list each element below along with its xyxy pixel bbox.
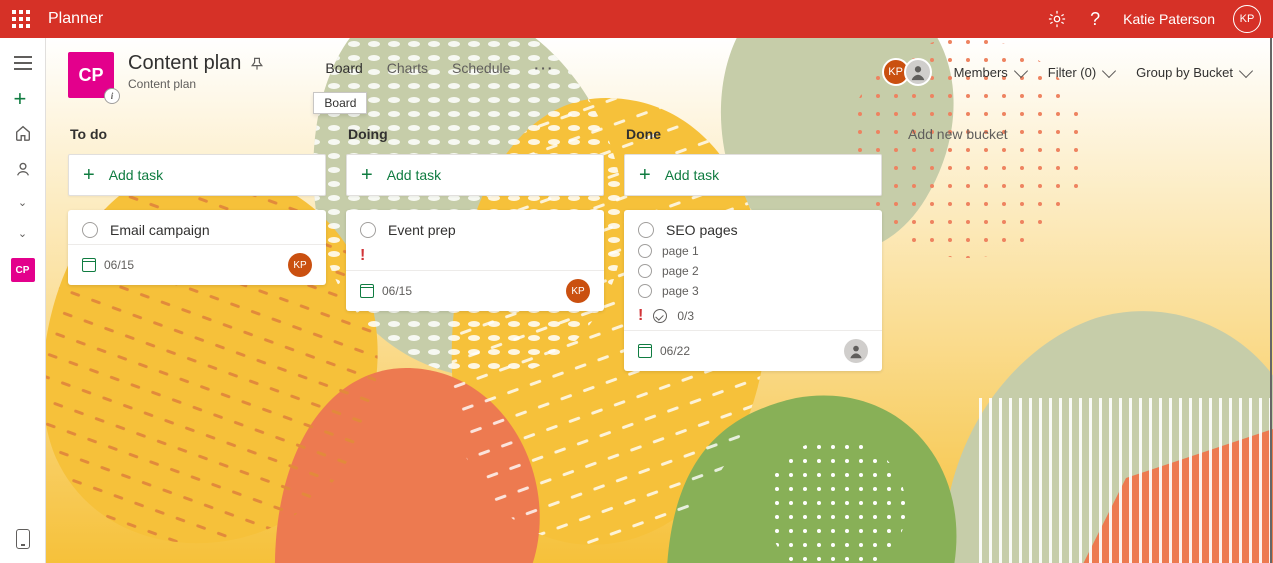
task-due: 06/15 [382,284,412,298]
plan-nav-item[interactable]: CP [11,258,35,282]
plus-icon: + [361,165,373,185]
task-due: 06/15 [104,258,134,272]
plan-title: Content plan [128,52,241,75]
pin-icon[interactable] [249,56,265,72]
nav-chevron-2[interactable]: ⌄ [18,227,27,240]
user-avatar[interactable]: KP [1233,5,1261,33]
plan-subtitle: Content plan [128,77,265,91]
tab-board[interactable]: Board Board [325,60,362,76]
chevron-down-icon [1239,63,1253,77]
calendar-icon [360,284,374,298]
left-nav: + ⌄ ⌄ CP [0,38,46,563]
checklist-item[interactable]: page 2 [638,264,868,278]
task-due: 06/22 [660,344,690,358]
bucket-title[interactable]: Done [624,126,882,142]
calendar-icon [82,258,96,272]
checklist: page 1 page 2 page 3 [638,244,868,298]
members-button[interactable]: Members [954,65,1026,80]
plus-icon: + [639,165,651,185]
new-plan-icon[interactable]: + [14,88,32,106]
calendar-icon [638,344,652,358]
bucket-title[interactable]: To do [68,126,326,142]
plan-icon: CP i [68,52,114,98]
add-task-button[interactable]: +Add task [346,154,604,196]
task-title: SEO pages [666,222,738,238]
add-bucket-label: Add new bucket [902,126,1160,142]
complete-circle-icon[interactable] [360,222,376,238]
bucket-title[interactable]: Doing [346,126,604,142]
task-title: Email campaign [110,222,210,238]
view-tabs: Board Board Charts Schedule ··· [325,52,554,76]
complete-circle-icon[interactable] [638,244,652,258]
priority-icon: ! [360,248,590,264]
priority-icon: ! [638,308,643,324]
global-header: Planner ? Katie Paterson KP [0,0,1273,38]
checklist-item[interactable]: page 1 [638,244,868,258]
task-card[interactable]: Email campaign 06/15 KP [68,210,326,285]
task-assignee-avatar[interactable]: KP [288,253,312,277]
bucket-todo: To do +Add task Email campaign 06/15 KP [68,126,326,371]
task-card[interactable]: SEO pages page 1 page 2 page 3 ! 0/3 [624,210,882,371]
scrollbar[interactable] [1270,38,1272,563]
filter-button[interactable]: Filter (0) [1048,65,1114,80]
tab-schedule[interactable]: Schedule [452,60,510,76]
tabs-more-icon[interactable]: ··· [534,60,554,76]
add-task-button[interactable]: +Add task [624,154,882,196]
task-title: Event prep [388,222,456,238]
bucket-done: Done +Add task SEO pages page 1 page 2 p… [624,126,882,371]
assigned-icon[interactable] [14,160,32,178]
settings-icon[interactable] [1047,9,1067,29]
checklist-progress: 0/3 [677,309,694,323]
member-facepile[interactable]: KP [882,58,932,86]
app-launcher-icon[interactable] [12,10,30,28]
app-title: Planner [48,10,103,28]
task-assignee-avatar[interactable] [844,339,868,363]
help-icon[interactable]: ? [1085,9,1105,29]
checklist-count-icon [653,309,667,323]
bucket-doing: Doing +Add task Event prep ! 06/15 KP [346,126,604,371]
plan-header: CP i Content plan Content plan Board Boa… [46,38,1273,98]
chevron-down-icon [1102,63,1116,77]
complete-circle-icon[interactable] [638,264,652,278]
task-assignee-avatar[interactable]: KP [566,279,590,303]
nav-chevron-1[interactable]: ⌄ [18,196,27,209]
task-card[interactable]: Event prep ! 06/15 KP [346,210,604,311]
checklist-item[interactable]: page 3 [638,284,868,298]
complete-circle-icon[interactable] [638,222,654,238]
device-icon[interactable] [16,529,30,549]
facepile-member-photo[interactable] [904,58,932,86]
menu-icon[interactable] [14,56,32,70]
hub-icon[interactable] [14,124,32,142]
plan-toolbar: KP Members Filter (0) Group by Bucket [882,52,1251,86]
board: To do +Add task Email campaign 06/15 KP … [46,98,1273,399]
plan-icon-text: CP [78,65,103,86]
groupby-button[interactable]: Group by Bucket [1136,65,1251,80]
add-task-button[interactable]: +Add task [68,154,326,196]
chevron-down-icon [1014,63,1028,77]
plus-icon: + [83,165,95,185]
complete-circle-icon[interactable] [638,284,652,298]
complete-circle-icon[interactable] [82,222,98,238]
user-name[interactable]: Katie Paterson [1123,11,1215,27]
add-bucket[interactable]: Add new bucket [902,126,1160,371]
tab-charts[interactable]: Charts [387,60,428,76]
